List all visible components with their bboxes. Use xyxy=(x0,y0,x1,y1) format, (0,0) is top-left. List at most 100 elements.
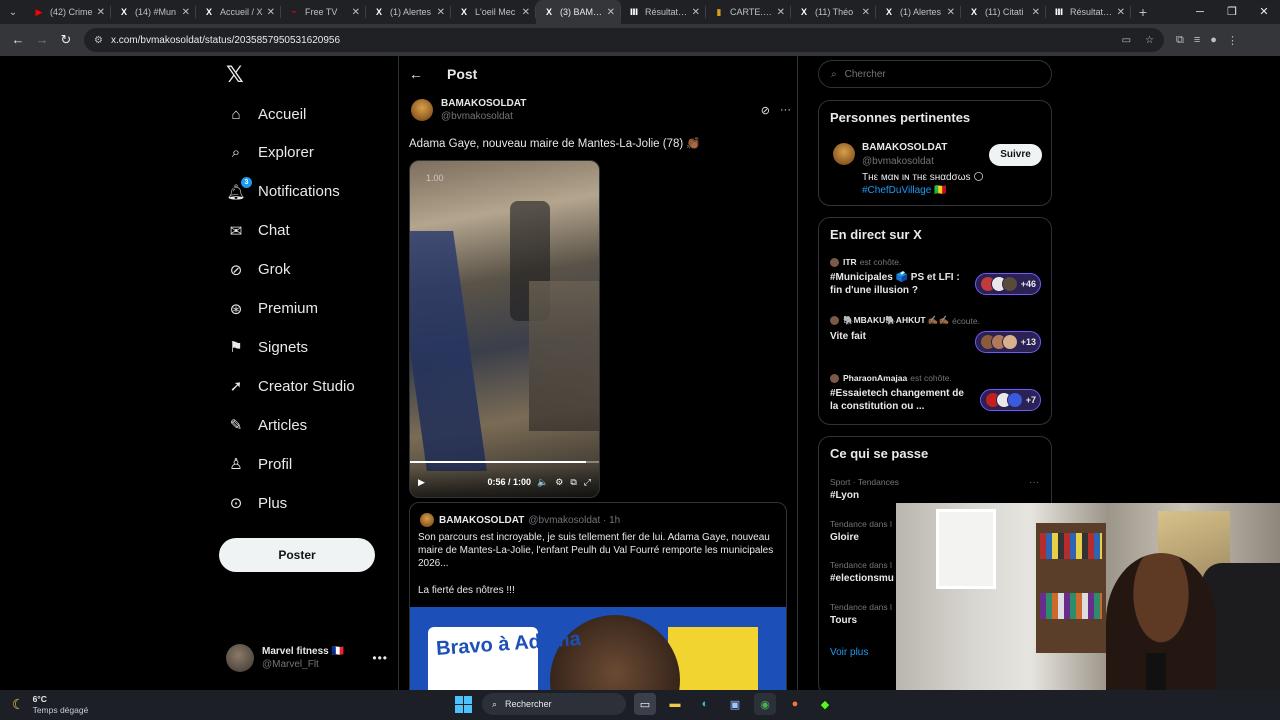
browser-tab[interactable]: X (1) Alertes ✕ xyxy=(366,0,451,24)
nav-item-profil[interactable]: ♙ Profil xyxy=(226,450,292,478)
nav-item-grok[interactable]: ⊘ Grok xyxy=(226,256,291,284)
url-field[interactable]: ⚙ x.com/bvmakosoldat/status/203585795053… xyxy=(84,28,1164,52)
taskbar-search[interactable]: ⌕ Rechercher xyxy=(482,693,626,715)
close-tab-icon[interactable]: ✕ xyxy=(97,7,105,18)
live-item[interactable]: 🐘MBAKU🐘AHKUT ✍🏾✍🏾 écoute. Vite fait xyxy=(830,315,980,343)
browser-tab[interactable]: Ⅲ Résultats d ✕ xyxy=(621,0,706,24)
browser-tab[interactable]: X (3) BAMAK ✕ xyxy=(536,0,621,24)
close-tab-icon[interactable]: ✕ xyxy=(182,7,190,18)
more-dots-icon[interactable]: ··· xyxy=(780,104,791,117)
more-dots-icon[interactable]: ··· xyxy=(1029,477,1039,488)
fullscreen-icon[interactable]: ⤢ xyxy=(584,477,591,488)
trend-item[interactable]: Sport · Tendances #Lyon xyxy=(830,477,899,501)
cast-icon[interactable]: ▭ xyxy=(1122,35,1131,46)
task-view-icon[interactable]: ▭ xyxy=(634,693,656,715)
edge-icon[interactable]: ◐ xyxy=(694,693,716,715)
more-dots-icon[interactable]: ••• xyxy=(372,651,388,665)
close-tab-icon[interactable]: ✕ xyxy=(777,7,785,18)
listeners-pill[interactable]: +46 xyxy=(974,273,1041,295)
avatar[interactable] xyxy=(411,99,433,121)
show-more-link[interactable]: Voir plus xyxy=(830,647,868,658)
nav-item-premium[interactable]: ⊛ Premium xyxy=(226,295,318,323)
forward-nav-icon[interactable]: → xyxy=(30,28,54,52)
relevant-name[interactable]: BAMAKOSOLDAT xyxy=(862,142,947,153)
start-button-icon[interactable] xyxy=(452,693,474,715)
bookmark-star-icon[interactable]: ☆ xyxy=(1145,35,1154,46)
avatar[interactable] xyxy=(833,143,855,165)
back-arrow-icon[interactable]: ← xyxy=(409,66,429,82)
nav-item-chat[interactable]: ✉ Chat xyxy=(226,217,290,245)
new-tab-button[interactable]: + xyxy=(1131,4,1155,20)
extensions-icon[interactable]: ⧉ xyxy=(1176,34,1184,47)
browser-tab[interactable]: ▮ CARTE. Ré ✕ xyxy=(706,0,791,24)
nav-item-plus[interactable]: ⊙ Plus xyxy=(226,489,287,517)
nav-item-notifications[interactable]: 🔔︎ 3 Notifications xyxy=(226,176,340,206)
browser-menu-icon[interactable]: ⋮ xyxy=(1227,34,1238,47)
settings-gear-icon[interactable]: ⚙ xyxy=(555,477,563,488)
weather-widget[interactable]: ☾ 6°C Temps dégagé xyxy=(12,694,88,715)
live-item[interactable]: ITR est cohôte. #Municipales 🗳️ PS et LFI … xyxy=(830,257,968,297)
author-name[interactable]: BAMAKOSOLDAT xyxy=(441,98,526,109)
close-window-icon[interactable]: ✕ xyxy=(1248,0,1280,24)
chrome-icon[interactable]: ◉ xyxy=(754,693,776,715)
author-handle[interactable]: @bvmakosoldat xyxy=(441,111,526,122)
nav-item-accueil[interactable]: ⌂ Accueil xyxy=(226,100,306,128)
nav-item-signets[interactable]: ⚑ Signets xyxy=(226,333,308,361)
quoted-post[interactable]: BAMAKOSOLDAT @bvmakosoldat · 1h Son parc… xyxy=(409,502,787,690)
browser-tab[interactable]: X (11) Théo ✕ xyxy=(791,0,876,24)
browser-tab[interactable]: X (14) #Mun ✕ xyxy=(111,0,196,24)
close-tab-icon[interactable]: ✕ xyxy=(522,7,530,18)
live-item[interactable]: PharaonAmajaa est cohôte. #Essaietech chan… xyxy=(830,373,968,413)
video-progress-bar[interactable] xyxy=(410,461,599,463)
follow-button[interactable]: Suivre xyxy=(989,144,1042,166)
close-tab-icon[interactable]: ✕ xyxy=(352,7,360,18)
trend-item[interactable]: Tendance dans l Gloire xyxy=(830,519,892,543)
listeners-pill[interactable]: +13 xyxy=(974,331,1041,353)
browser-tab[interactable]: ▶ (42) Crime ✕ xyxy=(26,0,111,24)
close-tab-icon[interactable]: ✕ xyxy=(607,7,615,18)
trend-item[interactable]: Tendance dans l #electionsmu xyxy=(830,560,894,584)
play-icon[interactable]: ▶ xyxy=(418,477,425,488)
nav-item-label: Premium xyxy=(258,300,319,317)
search-input[interactable]: ⌕ Chercher xyxy=(818,60,1052,88)
reload-icon[interactable]: ↻ xyxy=(54,28,78,52)
close-tab-icon[interactable]: ✕ xyxy=(267,7,275,18)
bio-hashtag[interactable]: #ChefDuVillage 🇲🇱 xyxy=(862,184,984,197)
pip-icon[interactable]: ⧉ xyxy=(570,477,576,488)
close-tab-icon[interactable]: ✕ xyxy=(947,7,955,18)
close-tab-icon[interactable]: ✕ xyxy=(1117,7,1125,18)
site-info-icon[interactable]: ⚙ xyxy=(94,35,103,46)
maximize-icon[interactable]: ❐ xyxy=(1216,0,1248,24)
account-switcher[interactable]: Marvel fitness 🇫🇷 @Marvel_Flt ••• xyxy=(226,642,398,674)
back-nav-icon[interactable]: ← xyxy=(6,28,30,52)
volume-icon[interactable]: 🔈 xyxy=(537,477,548,488)
quote-image[interactable]: Bravo à Adama xyxy=(410,607,786,690)
nav-item-explorer[interactable]: ⌕ Explorer xyxy=(226,139,314,167)
store-icon[interactable]: ▣ xyxy=(724,693,746,715)
trend-item[interactable]: Tendance dans l Tours xyxy=(830,602,892,626)
browser-tab[interactable]: X (11) Citati ✕ xyxy=(961,0,1046,24)
browser-tab[interactable]: X Accueil / X ✕ xyxy=(196,0,281,24)
app-icon[interactable]: ◆ xyxy=(814,693,836,715)
browser-tab[interactable]: Ⅲ Résultats d ✕ xyxy=(1046,0,1131,24)
x-logo-icon[interactable]: 𝕏 xyxy=(226,64,248,86)
file-explorer-icon[interactable]: ▬ xyxy=(664,693,686,715)
video-player[interactable]: 1.00 ▶ 0:56 / 1:00 🔈 ⚙ ⧉ ⤢ xyxy=(409,160,600,498)
browser-tab[interactable]: X (1) Alertes ✕ xyxy=(876,0,961,24)
tab-search-chevron-icon[interactable]: ⌄ xyxy=(0,0,26,24)
nav-item-creator-studio[interactable]: ➚ Creator Studio xyxy=(226,372,355,400)
profile-icon[interactable]: ● xyxy=(1210,34,1217,47)
post-button[interactable]: Poster xyxy=(219,538,375,572)
close-tab-icon[interactable]: ✕ xyxy=(1032,7,1040,18)
close-tab-icon[interactable]: ✕ xyxy=(862,7,870,18)
nav-item-articles[interactable]: ✎ Articles xyxy=(226,411,307,439)
browser-tab[interactable]: X L'oeil Mec ✕ xyxy=(451,0,536,24)
grok-icon[interactable]: ⊘ xyxy=(761,104,770,117)
browser-tab[interactable]: ~ Free TV ✕ xyxy=(281,0,366,24)
firefox-icon[interactable]: ● xyxy=(784,693,806,715)
listeners-pill[interactable]: +7 xyxy=(979,389,1041,411)
close-tab-icon[interactable]: ✕ xyxy=(692,7,700,18)
media-icon[interactable]: ≡ xyxy=(1194,34,1200,47)
minimize-icon[interactable]: ─ xyxy=(1184,0,1216,24)
close-tab-icon[interactable]: ✕ xyxy=(437,7,445,18)
